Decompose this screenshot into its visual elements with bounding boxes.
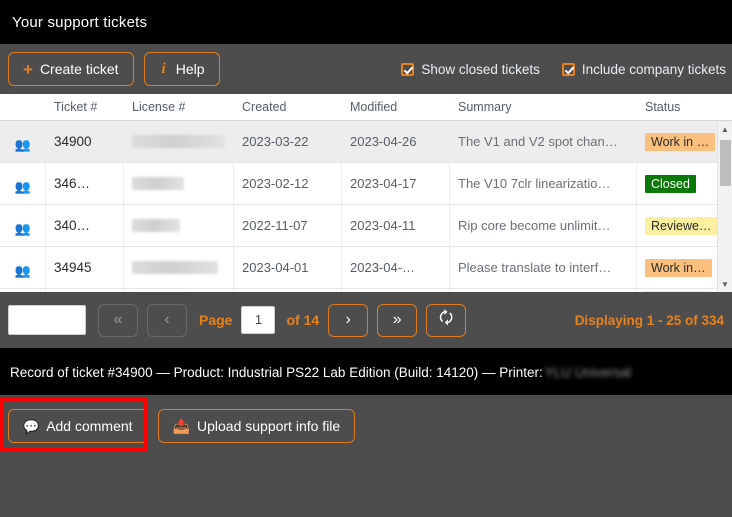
table-row[interactable]: 346… 2023-02-122023-04-17The V10 7clr lin… bbox=[0, 163, 732, 205]
cell-modified: 2023-04-… bbox=[342, 247, 450, 288]
checkbox-icon bbox=[401, 62, 415, 76]
cell-modified: 2023-04-26 bbox=[342, 121, 450, 162]
add-comment-label: Add comment bbox=[46, 418, 133, 434]
first-page-button[interactable]: « bbox=[98, 303, 138, 337]
toolbar-filters: Show closed tickets Include company tick… bbox=[401, 62, 726, 77]
table-row[interactable]: 34900 2023-03-222023-04-26The V1 and V2 s… bbox=[0, 121, 732, 163]
toolbar: + Create ticket i Help Show closed ticke… bbox=[0, 44, 732, 94]
cell-ticket: 34945 bbox=[46, 247, 124, 288]
cell-created: 2023-04-01 bbox=[234, 247, 342, 288]
cell-ticket: 34900 bbox=[46, 121, 124, 162]
cell-ticket: 346… bbox=[46, 163, 124, 204]
column-header-icon bbox=[0, 94, 46, 120]
refresh-button[interactable]: 🗘 bbox=[426, 303, 467, 337]
grid-header-row: Ticket # License # Created Modified Summ… bbox=[0, 94, 732, 121]
scrollbar-thumb[interactable] bbox=[720, 140, 731, 186]
chevron-right-icon: › bbox=[345, 311, 351, 328]
create-ticket-label: Create ticket bbox=[39, 61, 119, 77]
cell-ticket: 340… bbox=[46, 205, 124, 246]
cell-summary: Rip core become unlimit… bbox=[450, 205, 637, 246]
double-chevron-right-icon: » bbox=[392, 311, 402, 328]
page-title: Your support tickets bbox=[12, 13, 148, 31]
next-page-button[interactable]: › bbox=[328, 303, 369, 337]
include-company-tickets-checkbox[interactable]: Include company tickets bbox=[561, 61, 726, 77]
cell-license bbox=[124, 247, 234, 288]
cell-license bbox=[124, 121, 234, 162]
include-company-tickets-label: Include company tickets bbox=[581, 61, 726, 77]
chevron-left-icon: ‹ bbox=[164, 311, 170, 328]
group-icon bbox=[0, 205, 46, 246]
help-button[interactable]: i Help bbox=[143, 52, 220, 86]
column-header-created[interactable]: Created bbox=[234, 94, 342, 120]
refresh-icon: 🗘 bbox=[439, 309, 454, 327]
column-header-license[interactable]: License # bbox=[124, 94, 234, 120]
status-badge: Work in… bbox=[645, 258, 712, 277]
cell-modified: 2023-04-11 bbox=[342, 205, 450, 246]
last-page-button[interactable]: » bbox=[377, 303, 418, 337]
add-comment-button[interactable]: 💬 Add comment bbox=[8, 409, 148, 443]
search-input[interactable] bbox=[8, 305, 86, 335]
cell-summary: Please translate to interf… bbox=[450, 247, 637, 288]
column-header-ticket[interactable]: Ticket # bbox=[46, 94, 124, 120]
show-closed-tickets-label: Show closed tickets bbox=[421, 61, 540, 77]
group-icon bbox=[0, 163, 46, 204]
table-row[interactable]: 34945 2023-04-012023-04-…Please translate… bbox=[0, 247, 732, 289]
cell-created: 2023-03-22 bbox=[234, 121, 342, 162]
cell-created: 2022-11-07 bbox=[234, 205, 342, 246]
cell-license bbox=[124, 205, 234, 246]
column-header-status[interactable]: Status bbox=[637, 94, 732, 120]
status-badge: Work in … bbox=[645, 132, 716, 151]
window-titlebar: Your support tickets bbox=[0, 0, 732, 44]
prev-page-button[interactable]: ‹ bbox=[147, 303, 187, 337]
record-actions: 💬 Add comment 📤 Upload support info file bbox=[0, 395, 732, 457]
total-pages-label: of 14 bbox=[286, 312, 320, 328]
plus-icon: + bbox=[23, 59, 33, 79]
displaying-count-label: Displaying 1 - 25 of 334 bbox=[574, 312, 724, 328]
help-label: Help bbox=[175, 61, 205, 77]
double-chevron-left-icon: « bbox=[113, 311, 123, 328]
create-ticket-button[interactable]: + Create ticket bbox=[8, 52, 134, 86]
group-icon bbox=[0, 247, 46, 288]
speech-bubble-icon: 💬 bbox=[23, 418, 40, 434]
grid-body: 34900 2023-03-222023-04-26The V1 and V2 s… bbox=[0, 121, 732, 292]
page-label: Page bbox=[199, 312, 233, 328]
status-badge: Closed bbox=[645, 174, 696, 193]
support-tickets-window: Your support tickets + Create ticket i H… bbox=[0, 0, 732, 517]
checkbox-icon bbox=[561, 62, 575, 76]
cell-summary: The V10 7clr linearizatio… bbox=[450, 163, 637, 204]
upload-label: Upload support info file bbox=[197, 418, 341, 434]
scroll-down-arrow-icon[interactable]: ▼ bbox=[718, 277, 732, 292]
record-detail-text: Record of ticket #34900 — Product: Indus… bbox=[10, 365, 543, 380]
column-header-modified[interactable]: Modified bbox=[342, 94, 450, 120]
record-detail-bar: Record of ticket #34900 — Product: Indus… bbox=[0, 350, 732, 395]
cell-created: 2023-02-12 bbox=[234, 163, 342, 204]
cell-summary: The V1 and V2 spot chan… bbox=[450, 121, 637, 162]
pagination-bar: « ‹ Page 1 of 14 › » 🗘 Displaying 1 - 25… bbox=[0, 292, 732, 350]
column-header-summary[interactable]: Summary bbox=[450, 94, 637, 120]
scroll-up-arrow-icon[interactable]: ▲ bbox=[718, 122, 732, 137]
table-row[interactable]: 340… 2022-11-072023-04-11Rip core become … bbox=[0, 205, 732, 247]
printer-name-redacted: YLU Universal bbox=[544, 365, 632, 380]
grid-vertical-scrollbar[interactable]: ▲ ▼ bbox=[717, 122, 732, 292]
status-badge: Reviewe… bbox=[645, 216, 718, 235]
upload-support-info-button[interactable]: 📤 Upload support info file bbox=[157, 409, 356, 443]
cell-license bbox=[124, 163, 234, 204]
cell-modified: 2023-04-17 bbox=[342, 163, 450, 204]
group-icon bbox=[0, 121, 46, 162]
tickets-grid: Ticket # License # Created Modified Summ… bbox=[0, 94, 732, 292]
show-closed-tickets-checkbox[interactable]: Show closed tickets bbox=[401, 62, 540, 77]
upload-icon: 📤 bbox=[172, 418, 190, 434]
page-number-input[interactable]: 1 bbox=[241, 306, 276, 334]
info-icon: i bbox=[161, 60, 166, 77]
